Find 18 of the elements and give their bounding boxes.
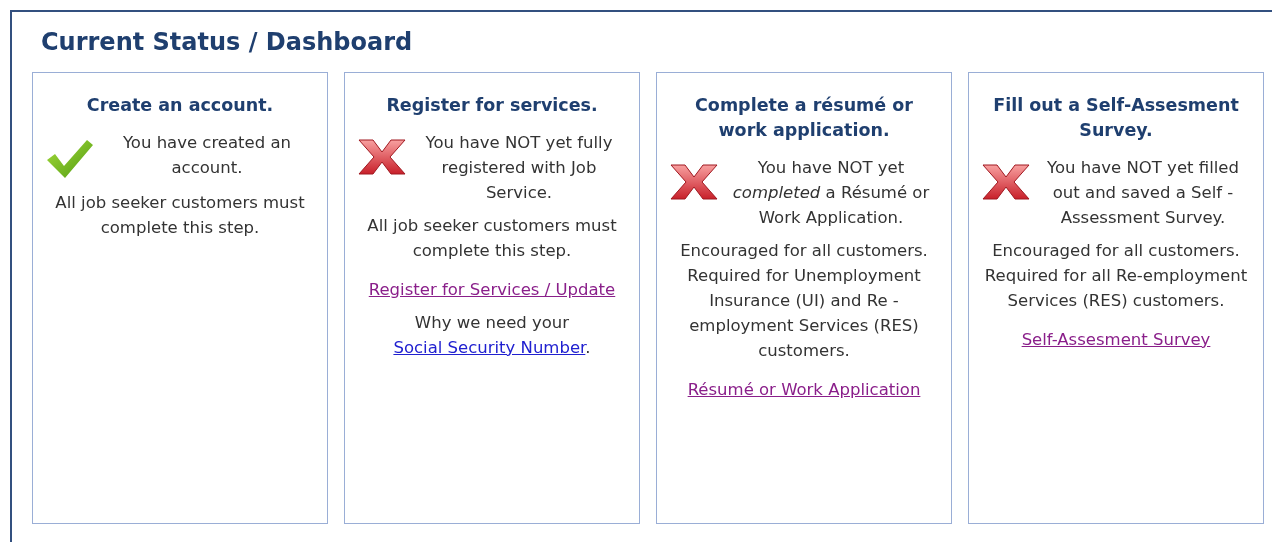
card-title: Create an account. (85, 94, 275, 117)
card-link[interactable]: Self-Assesment Survey (1021, 327, 1211, 352)
requirement-note: All job seeker customers must complete this step. (54, 192, 306, 239)
status-text: You have NOT yet fully registered with Job Service. (424, 132, 614, 204)
status-text: You have created an account. (121, 132, 293, 179)
status-text: You have NOT yet completed a Résumé or Work Application. (731, 157, 931, 229)
card-link[interactable]: Résumé or Work Application (687, 377, 921, 402)
card-title: Fill out a Self-Assesment Survey. (992, 94, 1240, 142)
requirement-note: Encouraged for all customers. Required for all Re-employment Services (RES) customers. (983, 240, 1249, 312)
explanation-text: Why we need your Social Security Number. (392, 312, 592, 359)
card-title: Register for services. (385, 94, 599, 117)
status-text: You have NOT yet filled out and saved a Self -Assessment Survey. (1046, 157, 1240, 229)
requirement-note: Encouraged for all customers. Required for Unemployment Insurance (UI) and Re -employment Services (RES) customers. (679, 240, 929, 362)
card-link[interactable]: Register for Services / Update (368, 277, 616, 302)
ssn-link[interactable]: Social Security Number (393, 338, 586, 357)
card-title: Complete a résumé or work application. (694, 94, 914, 142)
requirement-note: All job seeker customers must complete this step. (366, 215, 618, 262)
panel-title: Current Status / Dashboard (41, 28, 414, 56)
